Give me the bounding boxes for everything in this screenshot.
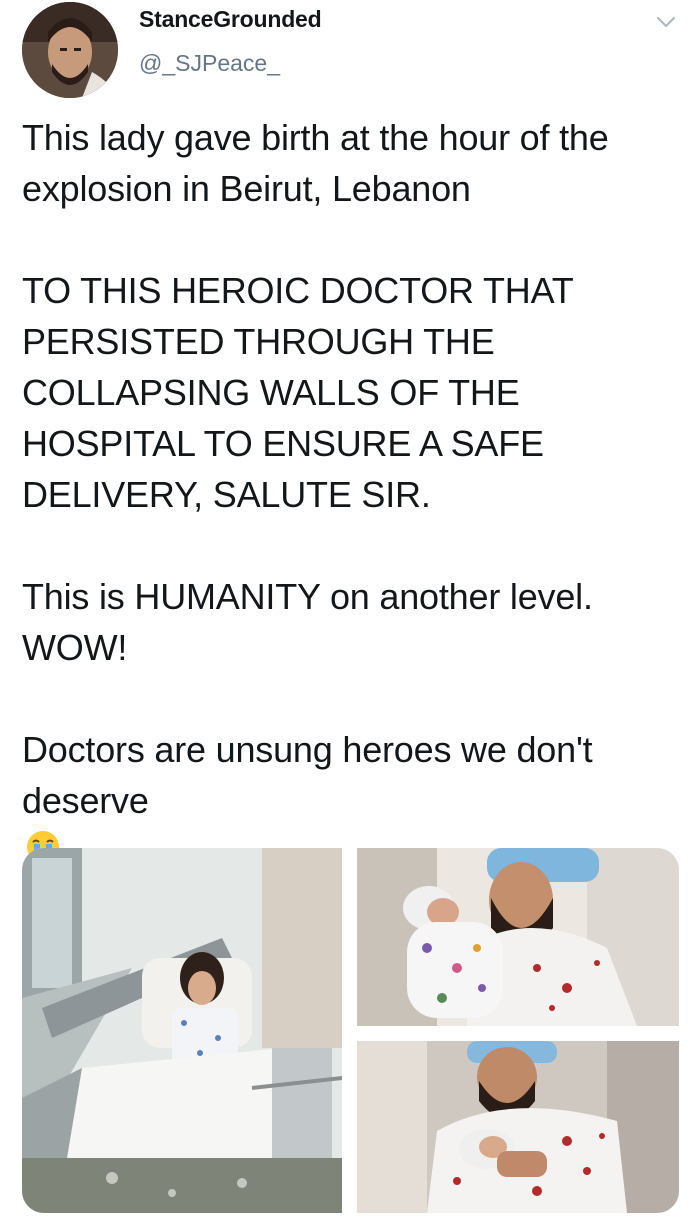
tweet-line: deserve bbox=[22, 780, 149, 821]
chevron-down-icon[interactable] bbox=[654, 10, 678, 34]
tweet-paragraph: This lady gave birth at the hour of the … bbox=[22, 112, 682, 214]
tweet-line: COLLAPSING WALLS OF THE bbox=[22, 372, 520, 413]
doctor-holding-newborn-photo[interactable] bbox=[357, 848, 679, 1026]
media-grid bbox=[22, 848, 679, 1213]
hospital-bed-photo[interactable] bbox=[22, 848, 342, 1213]
tweet-line: HOSPITAL TO ENSURE A SAFE bbox=[22, 423, 544, 464]
tweet-paragraph: TO THIS HEROIC DOCTOR THAT PERSISTED THR… bbox=[22, 265, 682, 520]
avatar[interactable] bbox=[22, 2, 118, 98]
tweet-text: This lady gave birth at the hour of the … bbox=[22, 112, 682, 928]
tweet-line: This lady gave birth at the hour of the bbox=[22, 117, 609, 158]
tweet-header: StanceGrounded @_SJPeace_ bbox=[0, 0, 700, 110]
tweet-line: This is HUMANITY on another level. bbox=[22, 576, 593, 617]
tweet-line: explosion in Beirut, Lebanon bbox=[22, 168, 471, 209]
tweet-line: WOW! bbox=[22, 627, 128, 668]
tweet-line: Doctors are unsung heroes we don't bbox=[22, 729, 593, 770]
tweet-paragraph: This is HUMANITY on another level. WOW! bbox=[22, 571, 682, 673]
tweet-line: TO THIS HEROIC DOCTOR THAT bbox=[22, 270, 574, 311]
tweet-line: DELIVERY, SALUTE SIR. bbox=[22, 474, 431, 515]
tweet-line: PERSISTED THROUGH THE bbox=[22, 321, 495, 362]
display-name[interactable]: StanceGrounded bbox=[139, 6, 322, 33]
user-handle[interactable]: @_SJPeace_ bbox=[139, 50, 280, 77]
doctor-cradling-newborn-photo[interactable] bbox=[357, 1041, 679, 1213]
